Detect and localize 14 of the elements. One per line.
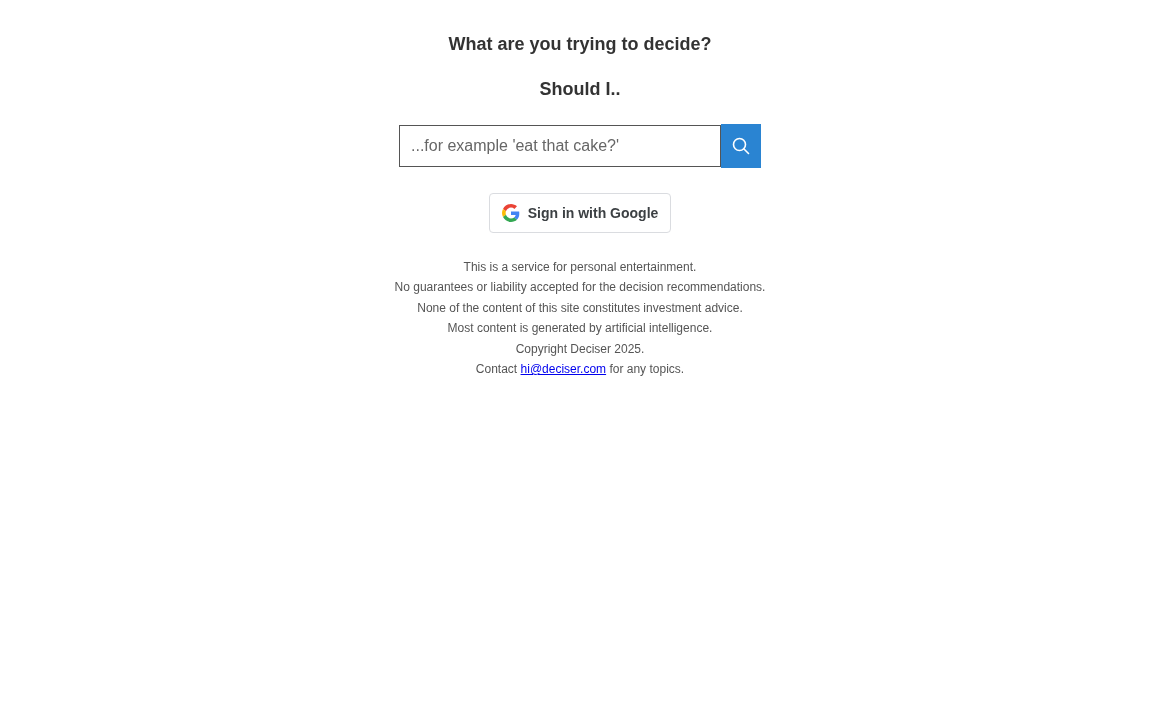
page-title: What are you trying to decide? — [448, 34, 712, 55]
subtitle: Should I.. — [539, 79, 621, 100]
disclaimer-text: Most content is generated by artificial intelligence. — [446, 320, 714, 337]
search-button[interactable] — [721, 124, 761, 168]
search-field[interactable]: ...for example 'eat that cake?' — [399, 125, 721, 167]
google-sign-in-button[interactable]: Sign in with Google — [488, 193, 672, 233]
search-icon — [732, 137, 750, 155]
disclaimer-text: None of the content of this site constitutes investment advice. — [416, 299, 744, 316]
disclaimer-text: This is a service for personal entertainment. — [462, 259, 698, 275]
email-link[interactable]: hi@deciser.com — [520, 361, 607, 376]
disclaimer-text: No guarantees or liability accepted for the decision recommendations. — [394, 279, 766, 296]
google-logo-icon — [501, 204, 520, 222]
contact-text: Contact hi@deciser.com for any topics. — [474, 360, 686, 377]
disclaimer-text: Copyright Deciser 2025. — [514, 340, 646, 357]
